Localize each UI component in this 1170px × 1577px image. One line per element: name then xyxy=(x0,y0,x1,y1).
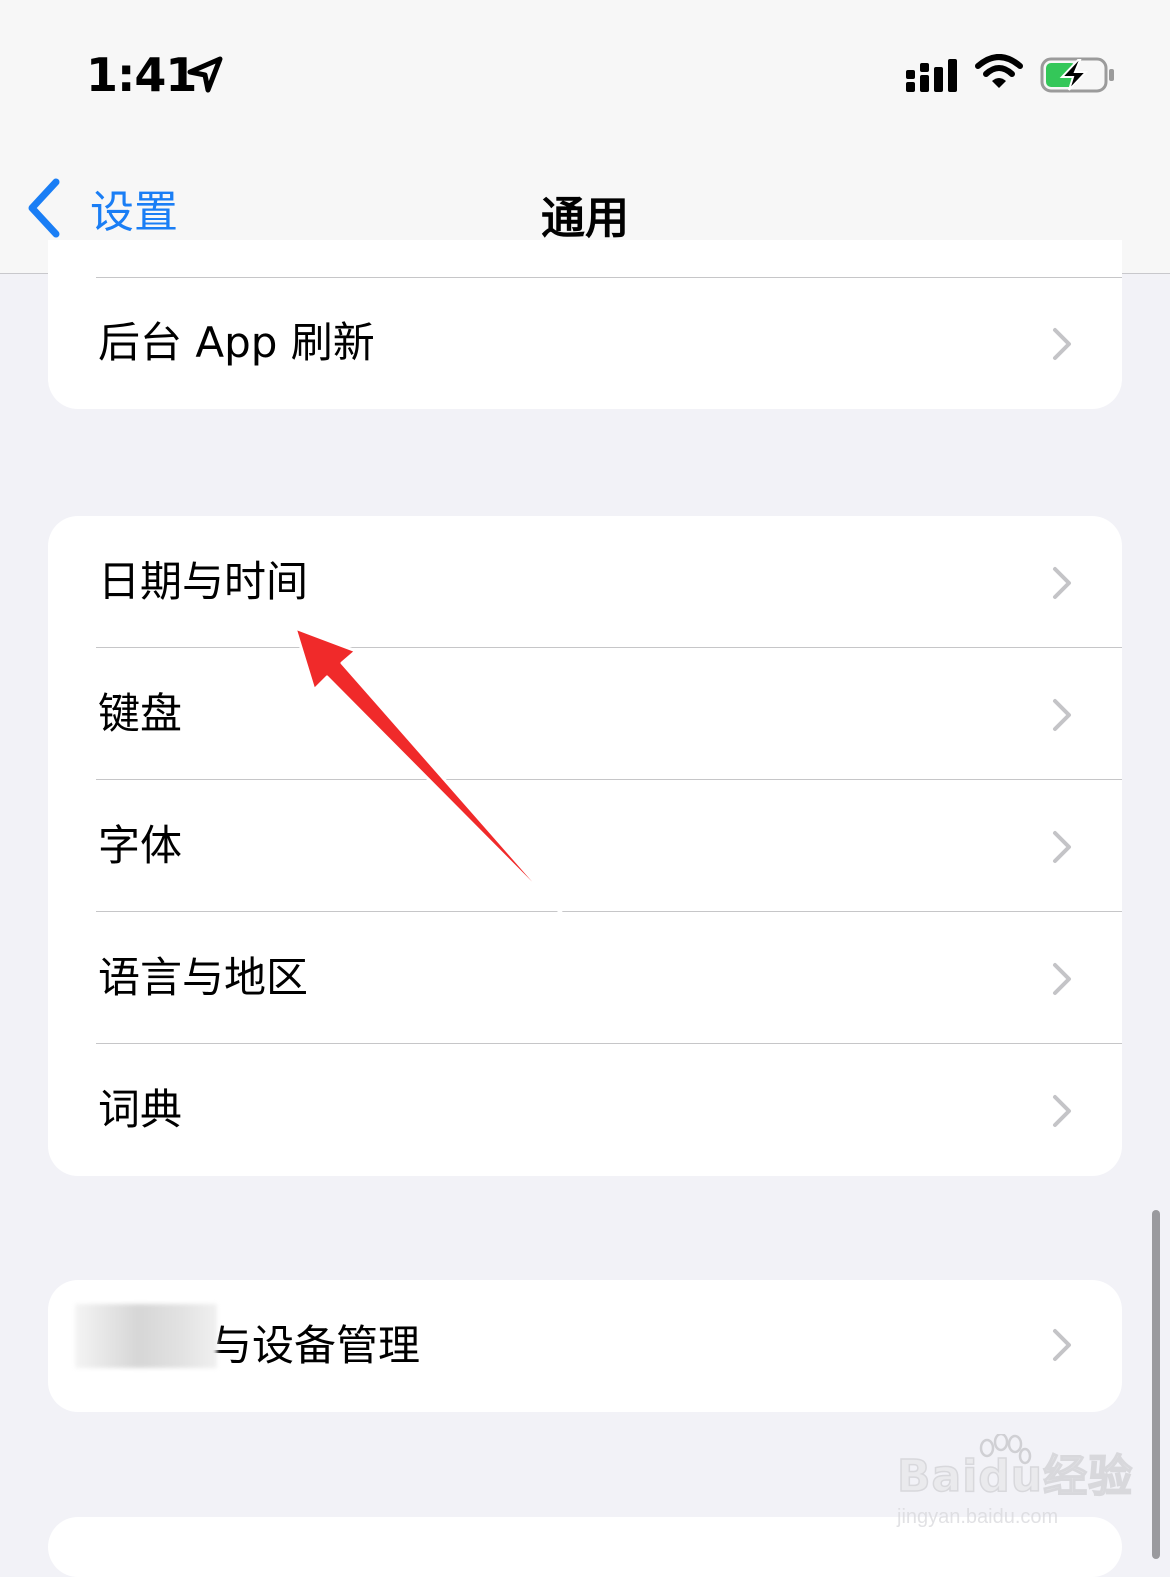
settings-group-background: 后台 App 刷新 xyxy=(48,240,1122,409)
row-label: 语言与地区 xyxy=(98,953,309,1002)
chevron-right-icon xyxy=(1053,1095,1071,1127)
row-language-region[interactable]: 语言与地区 xyxy=(48,912,1122,1044)
row-label: 日期与时间 xyxy=(98,557,309,606)
chevron-right-icon xyxy=(1053,1329,1071,1361)
row-label: 键盘 xyxy=(98,689,183,738)
watermark-brand: Baidu经验 xyxy=(896,1450,1134,1503)
row-background-app-refresh[interactable]: 后台 App 刷新 xyxy=(48,277,1122,409)
cellular-signal-icon xyxy=(906,59,957,92)
row-vpn-device-management[interactable]: 与设备管理 xyxy=(48,1280,1122,1412)
settings-group-device-management: 与设备管理 xyxy=(48,1280,1122,1412)
row-label: 与设备管理 xyxy=(210,1321,421,1370)
battery-charging-icon xyxy=(1040,57,1114,93)
chevron-right-icon xyxy=(1053,328,1071,360)
row-label: 后台 App 刷新 xyxy=(98,318,375,367)
page-title: 通用 xyxy=(541,193,629,244)
row-date-time[interactable]: 日期与时间 xyxy=(48,516,1122,648)
row-label: 字体 xyxy=(98,821,183,870)
chevron-right-icon xyxy=(1053,699,1071,731)
chevron-right-icon xyxy=(1053,567,1071,599)
row-fonts[interactable]: 字体 xyxy=(48,780,1122,912)
row-dictionary[interactable]: 词典 xyxy=(48,1044,1122,1176)
row-label: 词典 xyxy=(98,1085,183,1134)
location-arrow-icon xyxy=(187,56,223,93)
chevron-right-icon xyxy=(1053,831,1071,863)
wifi-icon xyxy=(975,54,1023,88)
status-bar: 1:41 xyxy=(0,0,1170,140)
redaction-blur xyxy=(75,1304,217,1368)
settings-group-locale: 日期与时间 键盘 字体 语言与地区 词典 xyxy=(48,516,1122,1176)
scrollbar[interactable] xyxy=(1152,1210,1160,1559)
watermark-url: jingyan.baidu.com xyxy=(897,1506,1059,1528)
status-time: 1:41 xyxy=(86,48,197,102)
chevron-right-icon xyxy=(1053,963,1071,995)
watermark: Baidu经验 jingyan.baidu.com xyxy=(896,1440,1134,1529)
row-keyboard[interactable]: 键盘 xyxy=(48,648,1122,780)
